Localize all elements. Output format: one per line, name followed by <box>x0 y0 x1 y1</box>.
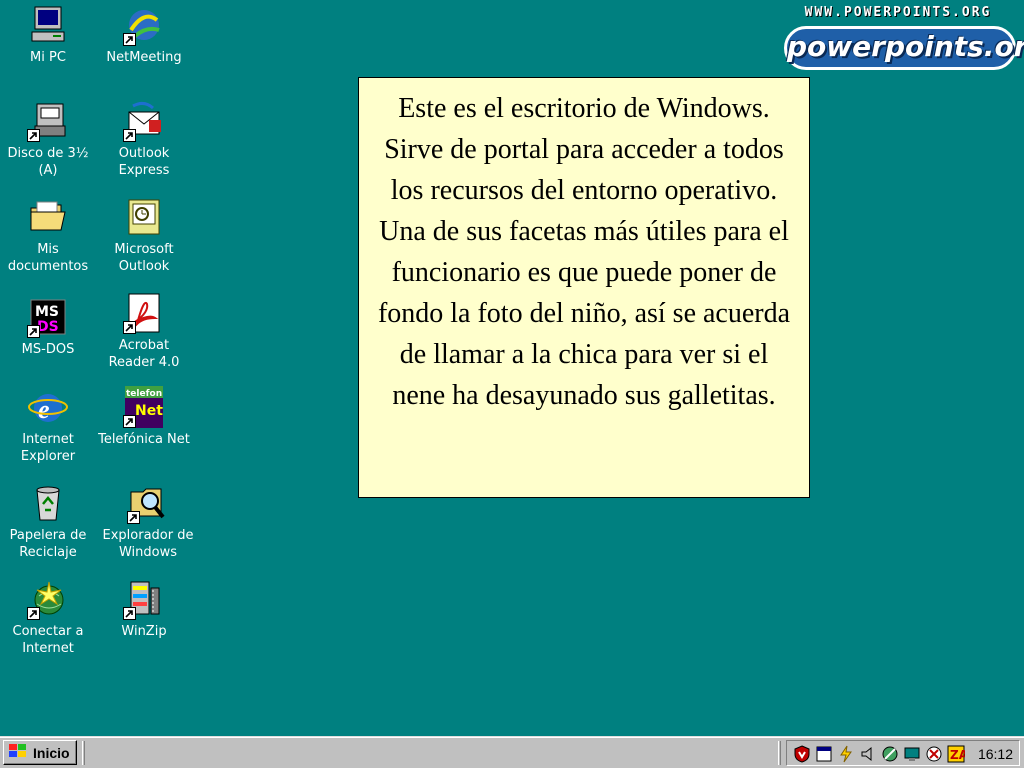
icon-label: Disco de 3½ (A) <box>7 146 89 178</box>
outlook-express-icon <box>123 100 165 142</box>
desktop-icon-ms-dos[interactable]: MS DS MS-DOS <box>0 296 96 358</box>
icon-label: Explorador de Windows <box>102 528 194 560</box>
connect-internet-icon <box>27 578 69 620</box>
desktop-icon-acrobat-reader[interactable]: Acrobat Reader 4.0 <box>96 292 192 371</box>
floppy-drive-icon <box>27 100 69 142</box>
outlook-icon <box>123 196 165 238</box>
svg-text:telefon: telefon <box>126 389 162 399</box>
desktop: WWW.POWERPOINTS.ORG powerpoints.org Mi P… <box>0 0 1024 736</box>
recycle-bin-icon <box>27 482 69 524</box>
display-icon[interactable] <box>903 745 921 763</box>
desktop-icon-outlook-express[interactable]: Outlook Express <box>96 100 192 179</box>
taskbar: Inicio ZA 16:12 <box>0 736 1024 768</box>
desktop-icon-mis-documentos[interactable]: Mis documentos <box>0 196 96 275</box>
shortcut-arrow-icon <box>123 607 136 620</box>
desktop-icon-internet-explorer[interactable]: e Internet Explorer <box>0 386 96 465</box>
desktop-icon-microsoft-outlook[interactable]: Microsoft Outlook <box>96 196 192 275</box>
explorer-icon <box>127 482 169 524</box>
netmeeting-icon <box>123 4 165 46</box>
desktop-icon-disco-a[interactable]: Disco de 3½ (A) <box>0 100 96 179</box>
antivirus-shield-icon[interactable] <box>793 745 811 763</box>
speaker-icon[interactable] <box>859 745 877 763</box>
icon-label: Acrobat Reader 4.0 <box>108 338 180 370</box>
icon-label: WinZip <box>121 624 167 639</box>
taskbar-grip[interactable] <box>82 741 85 765</box>
icon-label: Outlook Express <box>118 146 170 178</box>
note-text: Este es el escritorio de Windows. Sirve … <box>377 93 791 411</box>
shortcut-arrow-icon <box>27 607 40 620</box>
desktop-icon-netmeeting[interactable]: NetMeeting <box>96 4 192 66</box>
desktop-icon-conectar-internet[interactable]: Conectar a Internet <box>0 578 96 657</box>
desktop-icon-telefonica-net[interactable]: telefon Net Telefónica Net <box>96 386 192 448</box>
icon-label: Mis documentos <box>7 242 89 274</box>
description-note: Este es el escritorio de Windows. Sirve … <box>358 77 810 498</box>
svg-text:DS: DS <box>37 319 59 335</box>
icon-label: Papelera de Reciclaje <box>9 528 87 560</box>
shortcut-arrow-icon <box>27 129 40 142</box>
zonealarm-icon[interactable]: ZA <box>947 745 965 763</box>
icon-label: Telefónica Net <box>98 432 190 447</box>
shortcut-arrow-icon <box>123 129 136 142</box>
folder-icon <box>27 196 69 238</box>
shortcut-arrow-icon <box>123 33 136 46</box>
desktop-icon-papelera[interactable]: Papelera de Reciclaje <box>0 482 96 561</box>
computer-icon <box>27 4 69 46</box>
desktop-icon-mi-pc[interactable]: Mi PC <box>0 4 96 66</box>
icon-label: Mi PC <box>30 50 66 65</box>
desktop-icon-winzip[interactable]: WinZip <box>96 578 192 640</box>
scheduler-icon[interactable] <box>815 745 833 763</box>
power-icon[interactable] <box>837 745 855 763</box>
shortcut-arrow-icon <box>127 511 140 524</box>
logo-url-text: WWW.POWERPOINTS.ORG <box>804 5 992 20</box>
ms-dos-icon: MS DS <box>27 296 69 338</box>
start-button[interactable]: Inicio <box>3 740 77 765</box>
internet-explorer-icon: e <box>27 386 69 428</box>
windows-logo-icon <box>7 742 29 763</box>
svg-text:MS: MS <box>35 304 59 320</box>
logo-badge: powerpoints.org <box>784 26 1024 70</box>
shortcut-arrow-icon <box>27 325 40 338</box>
shortcut-arrow-icon <box>123 321 136 334</box>
antivirus-status-icon[interactable] <box>925 745 943 763</box>
telefonica-net-icon: telefon Net <box>123 386 165 428</box>
start-label: Inicio <box>33 744 70 761</box>
desktop-icon-explorador-windows[interactable]: Explorador de Windows <box>100 482 196 561</box>
shortcut-arrow-icon <box>123 415 136 428</box>
system-tray: ZA 16:12 <box>786 740 1020 766</box>
icon-label: Conectar a Internet <box>12 624 84 656</box>
clock[interactable]: 16:12 <box>978 745 1013 763</box>
network-icon[interactable] <box>881 745 899 763</box>
icon-label: NetMeeting <box>106 50 182 65</box>
winzip-icon <box>123 578 165 620</box>
icon-label: MS-DOS <box>21 342 75 357</box>
tray-grip[interactable] <box>778 741 781 765</box>
svg-text:Net: Net <box>135 403 163 419</box>
icon-label: Microsoft Outlook <box>114 242 174 274</box>
svg-text:ZA: ZA <box>950 748 965 762</box>
acrobat-icon <box>123 292 165 334</box>
icon-label: Internet Explorer <box>20 432 76 464</box>
